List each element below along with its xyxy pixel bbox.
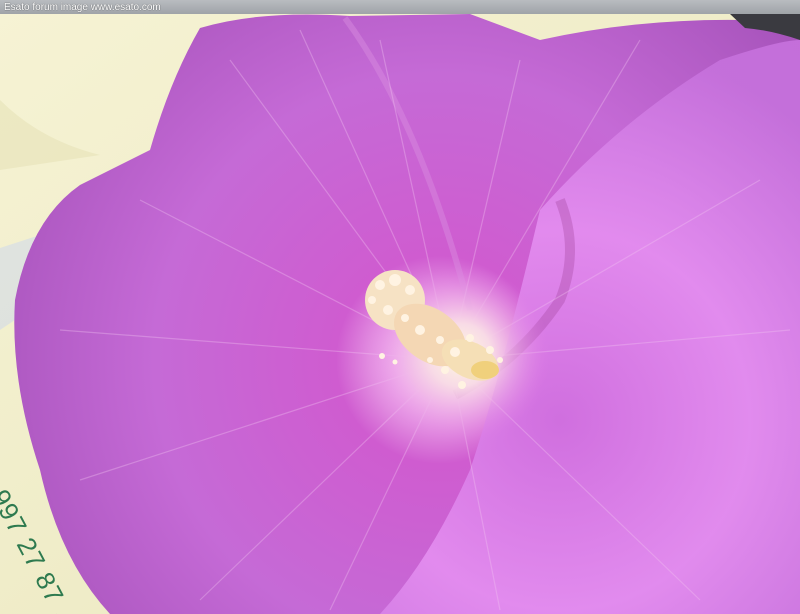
flower-photo — [0, 0, 800, 614]
watermark-bar: Esato forum image www.esato.com — [0, 0, 800, 14]
watermark-text: Esato forum image www.esato.com — [4, 1, 161, 13]
photo-frame: 0) 997 27 87 , Esato forum image www.esa… — [0, 0, 800, 614]
